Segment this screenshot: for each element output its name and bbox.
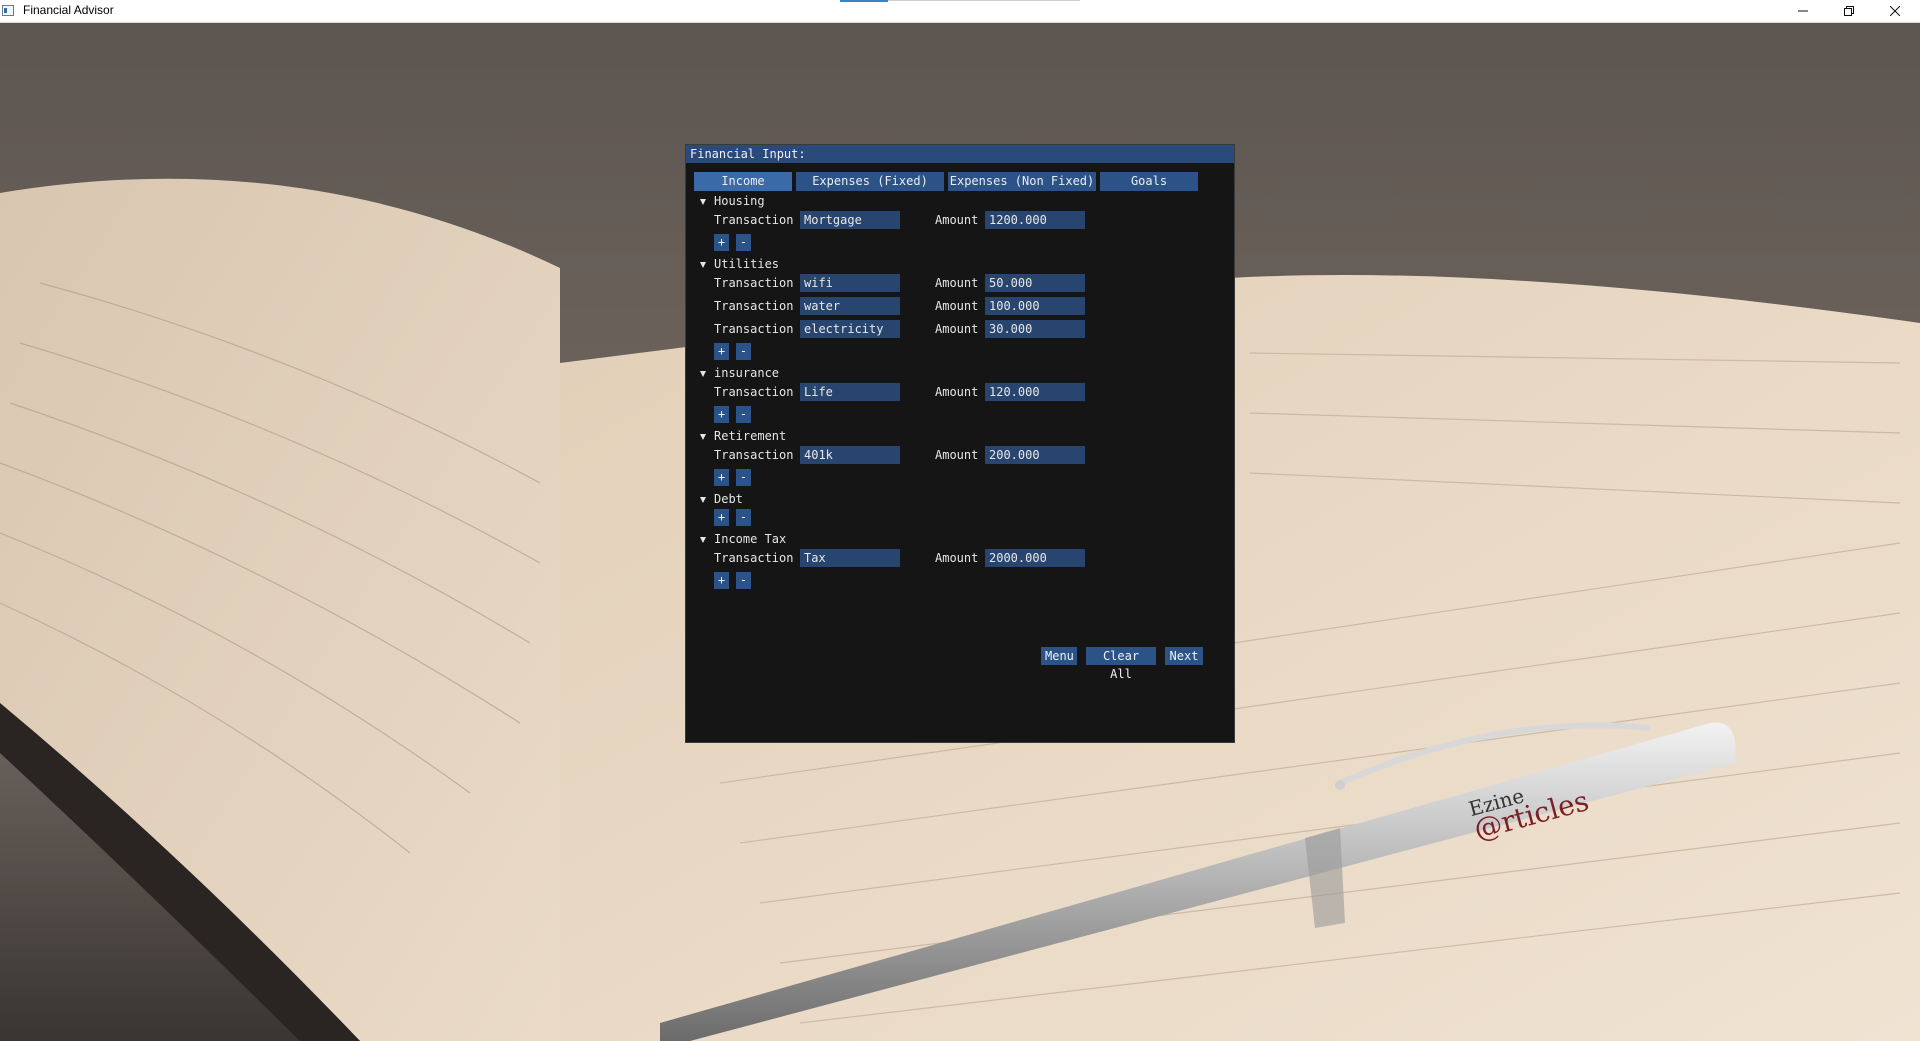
remove-transaction-button[interactable]: - [736, 406, 751, 423]
collapse-arrow-icon [700, 370, 706, 377]
add-transaction-button[interactable]: + [714, 234, 729, 251]
collapse-arrow-icon [700, 198, 706, 205]
next-button[interactable]: Next [1165, 647, 1203, 665]
close-icon [1890, 6, 1900, 16]
amount-label: Amount [935, 448, 979, 462]
add-transaction-button[interactable]: + [714, 509, 729, 526]
section-utilities-header[interactable]: Utilities [700, 256, 779, 272]
transaction-label: Transaction [714, 276, 794, 290]
financial-input-panel: Financial Input: Income Expenses (Fixed)… [685, 144, 1235, 743]
amount-input[interactable]: 30.000 [985, 320, 1085, 338]
titlebar-accent [840, 0, 888, 2]
collapse-arrow-icon [700, 496, 706, 503]
restore-button[interactable] [1826, 0, 1872, 22]
remove-transaction-button[interactable]: - [736, 572, 751, 589]
titlebar-divider [888, 0, 1080, 1]
collapse-arrow-icon [700, 433, 706, 440]
amount-label: Amount [935, 213, 979, 227]
transaction-label: Transaction [714, 385, 794, 399]
amount-label: Amount [935, 299, 979, 313]
section-retirement-header[interactable]: Retirement [700, 428, 786, 444]
transaction-label: Transaction [714, 299, 794, 313]
amount-input[interactable]: 1200.000 [985, 211, 1085, 229]
amount-label: Amount [935, 322, 979, 336]
panel-title[interactable]: Financial Input: [686, 145, 1234, 163]
amount-label: Amount [935, 551, 979, 565]
transaction-label: Transaction [714, 448, 794, 462]
menu-button[interactable]: Menu [1041, 647, 1077, 665]
remove-transaction-button[interactable]: - [736, 509, 751, 526]
transaction-label: Transaction [714, 322, 794, 336]
section-insurance-header[interactable]: insurance [700, 365, 779, 381]
transaction-input[interactable]: water [800, 297, 900, 315]
add-transaction-button[interactable]: + [714, 469, 729, 486]
section-income-tax-header[interactable]: Income Tax [700, 531, 786, 547]
window-titlebar: Financial Advisor [0, 0, 1920, 23]
section-debt-header[interactable]: Debt [700, 491, 743, 507]
amount-input[interactable]: 200.000 [985, 446, 1085, 464]
clear-all-button[interactable]: Clear All [1086, 647, 1156, 681]
restore-icon [1844, 6, 1854, 16]
amount-input[interactable]: 100.000 [985, 297, 1085, 315]
tab-income[interactable]: Income [694, 172, 792, 191]
section-housing-header[interactable]: Housing [700, 193, 765, 209]
transaction-label: Transaction [714, 213, 794, 227]
tab-expenses-fixed[interactable]: Expenses (Fixed) [796, 172, 944, 191]
transaction-input[interactable]: 401k [800, 446, 900, 464]
transaction-input[interactable]: Life [800, 383, 900, 401]
remove-transaction-button[interactable]: - [736, 343, 751, 360]
minimize-button[interactable] [1780, 0, 1826, 22]
amount-label: Amount [935, 385, 979, 399]
remove-transaction-button[interactable]: - [736, 234, 751, 251]
add-transaction-button[interactable]: + [714, 343, 729, 360]
amount-input[interactable]: 120.000 [985, 383, 1085, 401]
remove-transaction-button[interactable]: - [736, 469, 751, 486]
transaction-input[interactable]: Tax [800, 549, 900, 567]
collapse-arrow-icon [700, 536, 706, 543]
window-title: Financial Advisor [23, 3, 114, 17]
tab-expenses-non-fixed[interactable]: Expenses (Non Fixed) [948, 172, 1096, 191]
transaction-input[interactable]: wifi [800, 274, 900, 292]
add-transaction-button[interactable]: + [714, 406, 729, 423]
transaction-input[interactable]: Mortgage [800, 211, 900, 229]
amount-input[interactable]: 2000.000 [985, 549, 1085, 567]
tab-goals[interactable]: Goals [1100, 172, 1198, 191]
amount-label: Amount [935, 276, 979, 290]
amount-input[interactable]: 50.000 [985, 274, 1085, 292]
app-window-icon [2, 5, 14, 16]
minimize-icon [1798, 10, 1808, 12]
collapse-arrow-icon [700, 261, 706, 268]
transaction-label: Transaction [714, 551, 794, 565]
add-transaction-button[interactable]: + [714, 572, 729, 589]
close-button[interactable] [1872, 0, 1918, 22]
transaction-input[interactable]: electricity [800, 320, 900, 338]
